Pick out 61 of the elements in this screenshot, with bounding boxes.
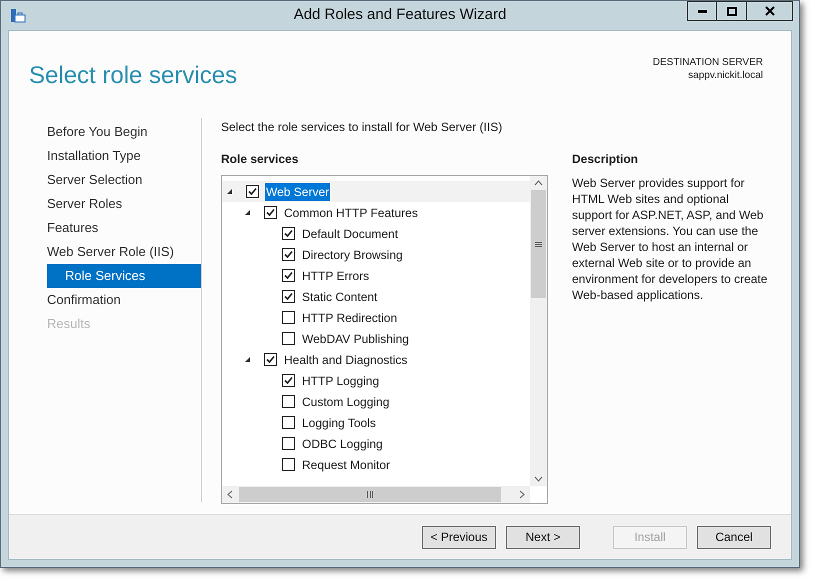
role-service-label[interactable]: Directory Browsing xyxy=(301,246,404,264)
instruction-text: Select the role services to install for Web Server (IIS) xyxy=(221,119,504,136)
nav-step[interactable]: Confirmation xyxy=(47,288,201,312)
collapse-triangle-icon[interactable] xyxy=(226,188,233,195)
checkbox[interactable] xyxy=(264,206,277,219)
checkbox[interactable] xyxy=(282,311,295,324)
role-service-label[interactable]: HTTP Errors xyxy=(301,266,370,284)
checkbox[interactable] xyxy=(282,374,295,387)
wizard-button[interactable]: < Previous xyxy=(422,526,496,548)
horizontal-scrollbar[interactable] xyxy=(222,486,530,503)
scroll-right-icon[interactable] xyxy=(519,490,525,499)
nav-step[interactable]: Features xyxy=(47,216,201,240)
role-service-label[interactable]: Static Content xyxy=(301,288,378,306)
checkbox[interactable] xyxy=(282,227,295,240)
checkbox[interactable] xyxy=(282,332,295,345)
destination-label: DESTINATION SERVER xyxy=(652,56,763,69)
checkbox[interactable] xyxy=(282,290,295,303)
scroll-down-icon[interactable] xyxy=(534,476,543,482)
close-button[interactable] xyxy=(747,1,793,21)
nav-step[interactable]: Server Selection xyxy=(47,168,201,192)
vertical-scrollbar[interactable] xyxy=(530,176,547,486)
destination-server: sappv.nickit.local xyxy=(688,69,763,82)
role-service-label[interactable]: Custom Logging xyxy=(301,392,390,410)
checkbox[interactable] xyxy=(282,269,295,282)
minimize-button[interactable] xyxy=(687,1,717,21)
role-service-label[interactable]: ODBC Logging xyxy=(301,434,384,452)
nav-step[interactable]: Before You Begin xyxy=(47,120,201,144)
role-service-label[interactable]: Common HTTP Features xyxy=(283,204,419,222)
wizard-button[interactable]: Cancel xyxy=(697,526,771,548)
role-service-label[interactable]: Health and Diagnostics xyxy=(283,350,408,368)
role-service-label[interactable]: Request Monitor xyxy=(301,456,392,474)
checkbox[interactable] xyxy=(264,353,277,366)
checkbox[interactable] xyxy=(282,458,295,471)
description-text: Web Server provides support for HTML Web sites and optional support for ASP.NET, ASP, and Web server extensions. You can use the Web Server to host an internal or external Web site or to provide an environment for developers to create Web-based applications. xyxy=(572,175,768,303)
checkbox[interactable] xyxy=(282,437,295,450)
checkbox[interactable] xyxy=(282,395,295,408)
page-title: Select role services xyxy=(29,61,238,91)
wizard-button[interactable]: Next > xyxy=(506,526,580,548)
nav-step[interactable]: Role Services xyxy=(47,264,201,288)
scroll-left-icon[interactable] xyxy=(227,490,233,499)
role-service-label[interactable]: Web Server xyxy=(265,182,330,200)
checkbox[interactable] xyxy=(282,248,295,261)
collapse-triangle-icon[interactable] xyxy=(244,209,251,216)
description-heading: Description xyxy=(572,151,640,168)
nav-step[interactable]: Installation Type xyxy=(47,144,201,168)
wizard-app-icon xyxy=(10,8,26,24)
role-services-heading: Role services xyxy=(221,151,300,168)
checkbox[interactable] xyxy=(282,416,295,429)
scroll-up-icon[interactable] xyxy=(534,180,543,186)
role-service-label[interactable]: HTTP Redirection xyxy=(301,308,398,326)
role-service-label[interactable]: WebDAV Publishing xyxy=(301,330,410,348)
collapse-triangle-icon[interactable] xyxy=(244,356,251,363)
role-service-label[interactable]: Default Document xyxy=(301,224,400,242)
role-service-label[interactable]: Logging Tools xyxy=(301,414,377,432)
maximize-button[interactable] xyxy=(717,1,747,21)
role-service-label[interactable]: HTTP Logging xyxy=(301,372,380,390)
nav-step[interactable]: Web Server Role (IIS) xyxy=(47,240,201,264)
checkbox[interactable] xyxy=(246,185,259,198)
window-title: Add Roles and Features Wizard xyxy=(292,6,508,24)
nav-step[interactable]: Server Roles xyxy=(47,192,201,216)
close-icon xyxy=(764,6,774,16)
